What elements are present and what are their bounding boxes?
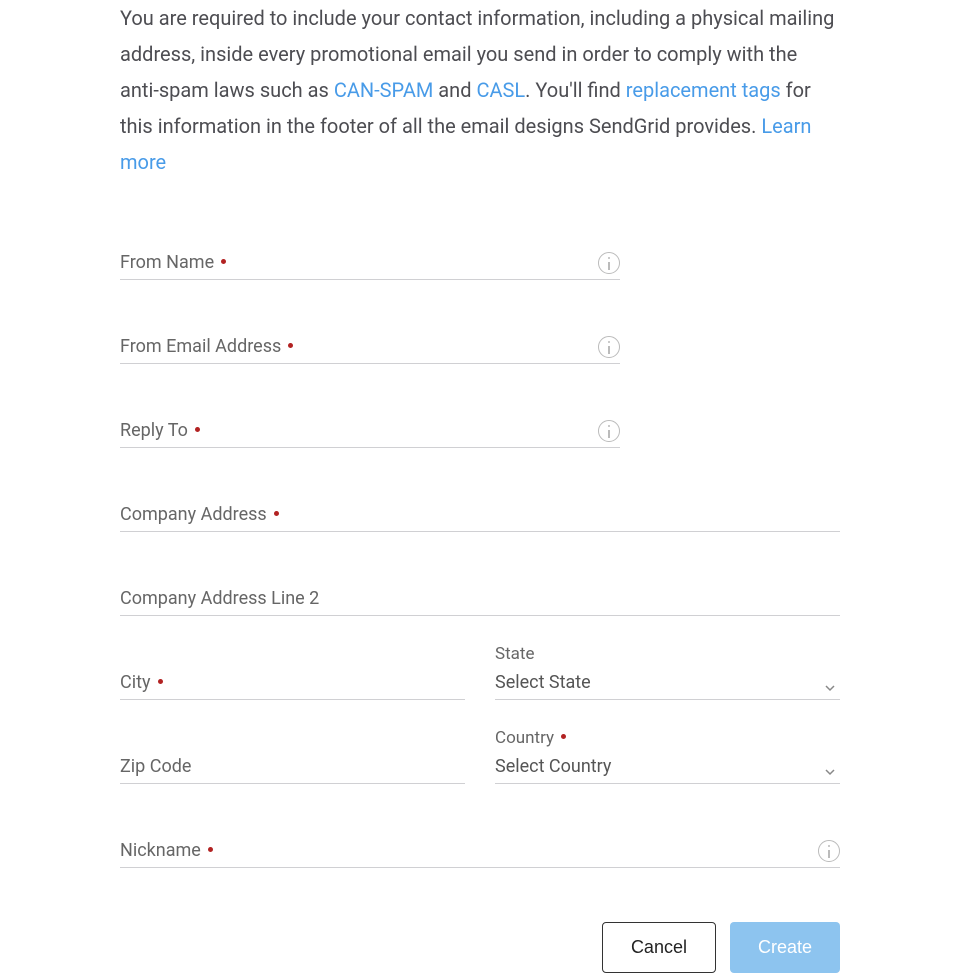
required-indicator bbox=[561, 734, 566, 739]
form-actions: Cancel Create bbox=[120, 922, 840, 973]
field-from-name: From Name bbox=[120, 250, 620, 280]
chevron-down-icon bbox=[824, 679, 834, 689]
field-company-address2: Company Address Line 2 bbox=[120, 586, 840, 616]
state-select-value: Select State bbox=[495, 672, 840, 693]
intro-text: You are required to include your contact… bbox=[120, 0, 840, 180]
field-company-address: Company Address bbox=[120, 502, 840, 532]
state-label: State bbox=[495, 644, 534, 664]
country-select[interactable]: Select Country bbox=[495, 754, 840, 784]
link-casl[interactable]: CASL bbox=[476, 78, 525, 102]
info-icon[interactable] bbox=[598, 336, 620, 358]
create-button[interactable]: Create bbox=[730, 922, 840, 973]
state-select[interactable]: Select State bbox=[495, 670, 840, 700]
cancel-button[interactable]: Cancel bbox=[602, 922, 716, 973]
chevron-down-icon bbox=[824, 763, 834, 773]
field-zip: Zip Code bbox=[120, 754, 465, 784]
field-state: State Select State bbox=[495, 670, 840, 700]
info-icon[interactable] bbox=[818, 840, 840, 862]
field-country: Country Select Country bbox=[495, 754, 840, 784]
field-city: City bbox=[120, 670, 465, 700]
field-from-email: From Email Address bbox=[120, 334, 620, 364]
field-nickname: Nickname bbox=[120, 838, 840, 868]
link-replacement-tags[interactable]: replacement tags bbox=[626, 78, 781, 102]
info-icon[interactable] bbox=[598, 252, 620, 274]
field-reply-to: Reply To bbox=[120, 418, 620, 448]
country-select-value: Select Country bbox=[495, 756, 840, 777]
info-icon[interactable] bbox=[598, 420, 620, 442]
country-label: Country bbox=[495, 728, 566, 748]
link-can-spam[interactable]: CAN-SPAM bbox=[334, 78, 434, 102]
